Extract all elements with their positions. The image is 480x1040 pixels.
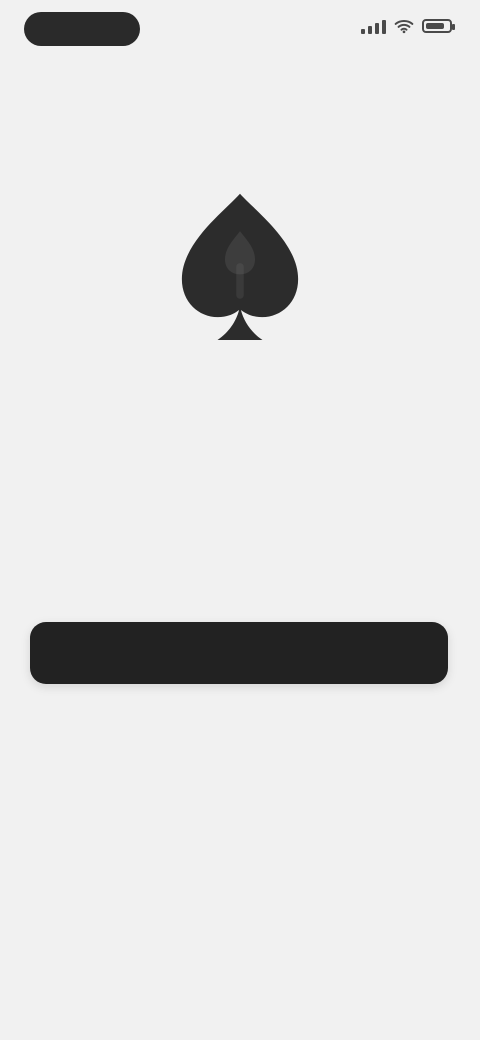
primary-button[interactable] bbox=[30, 622, 448, 684]
status-pill bbox=[24, 12, 140, 46]
status-icons bbox=[361, 18, 455, 34]
battery-icon bbox=[422, 19, 455, 33]
battery-level bbox=[426, 23, 444, 29]
app-screen bbox=[0, 0, 480, 1040]
hero-illustration bbox=[160, 175, 320, 355]
spade-icon bbox=[181, 193, 299, 340]
status-bar bbox=[0, 0, 480, 60]
wifi-icon bbox=[394, 19, 414, 34]
hero-headline bbox=[30, 372, 450, 378]
signal-icon bbox=[361, 18, 386, 34]
